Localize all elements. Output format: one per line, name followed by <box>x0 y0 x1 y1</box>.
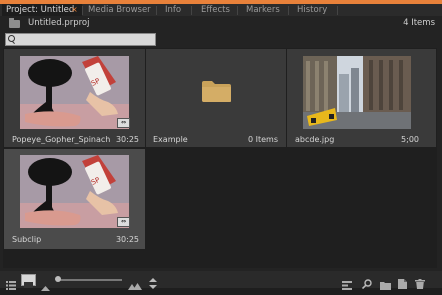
project-panel: Project: Untitled × Media Browser Info E… <box>0 0 442 291</box>
tab-divider <box>156 6 157 15</box>
tab-divider <box>191 6 192 15</box>
item-name: Popeye_Gopher_Spinach... <box>12 135 110 144</box>
tab-close-icon[interactable]: × <box>71 4 78 16</box>
automate-icon[interactable] <box>342 275 352 290</box>
tab-divider <box>237 6 238 15</box>
zoom-slider-handle[interactable] <box>55 276 61 282</box>
tab-bar: Project: Untitled × Media Browser Info E… <box>0 4 442 16</box>
image-thumbnail <box>303 56 411 129</box>
tab-effects[interactable]: Effects <box>201 4 230 16</box>
project-item-count: 4 Items <box>403 18 435 28</box>
tab-history[interactable]: History <box>297 4 327 16</box>
item-count: 0 Items <box>247 135 278 144</box>
sort-icon[interactable] <box>149 274 158 289</box>
tab-divider <box>337 6 338 15</box>
delete-icon[interactable] <box>415 274 425 289</box>
search-icon <box>8 35 15 42</box>
new-item-icon[interactable] <box>398 274 407 289</box>
project-item-abcde-jpg[interactable]: abcde.jpg 5;00 <box>287 49 436 147</box>
zoom-slider[interactable] <box>58 279 122 281</box>
item-name: Example <box>153 135 188 144</box>
tab-project-label: Project: Untitled <box>6 5 75 15</box>
item-name: Subclip <box>12 235 42 244</box>
tab-divider <box>82 6 83 15</box>
item-name: abcde.jpg <box>295 135 335 144</box>
zoom-small-icon[interactable] <box>41 276 50 291</box>
clip-badge-icon: ⇔ <box>117 217 130 227</box>
zoom-large-icon[interactable] <box>128 275 142 290</box>
icon-view-grid: SP ⇔ Popeye_Gopher_Spinach... 30:25 Exam… <box>3 48 437 268</box>
tab-markers[interactable]: Markers <box>246 4 280 16</box>
clip-thumbnail: SP <box>20 56 129 129</box>
tab-media-browser[interactable]: Media Browser <box>88 4 151 16</box>
find-icon[interactable] <box>361 274 372 290</box>
tab-info[interactable]: Info <box>165 4 181 16</box>
project-folder-icon <box>9 18 20 28</box>
icon-view-icon[interactable] <box>21 274 36 288</box>
project-item-subclip[interactable]: SP ⇔ Subclip 30:25 <box>4 149 145 249</box>
search-input[interactable] <box>5 33 156 46</box>
item-duration: 30:25 <box>115 235 139 244</box>
tab-project[interactable]: Project: Untitled <box>2 4 82 16</box>
new-bin-icon[interactable] <box>380 275 391 290</box>
list-view-icon[interactable] <box>6 275 16 290</box>
bin-folder-icon <box>201 79 232 103</box>
clip-thumbnail: SP <box>20 155 129 228</box>
tab-divider <box>288 6 289 15</box>
project-file-name: Untitled.prproj <box>28 18 90 28</box>
project-item-example-bin[interactable]: Example 0 Items <box>146 49 286 147</box>
item-duration: 30:25 <box>115 135 139 144</box>
item-duration: 5;00 <box>401 135 419 144</box>
clip-badge-icon: ⇔ <box>117 118 130 128</box>
project-item-popeye[interactable]: SP ⇔ Popeye_Gopher_Spinach... 30:25 <box>4 49 145 147</box>
